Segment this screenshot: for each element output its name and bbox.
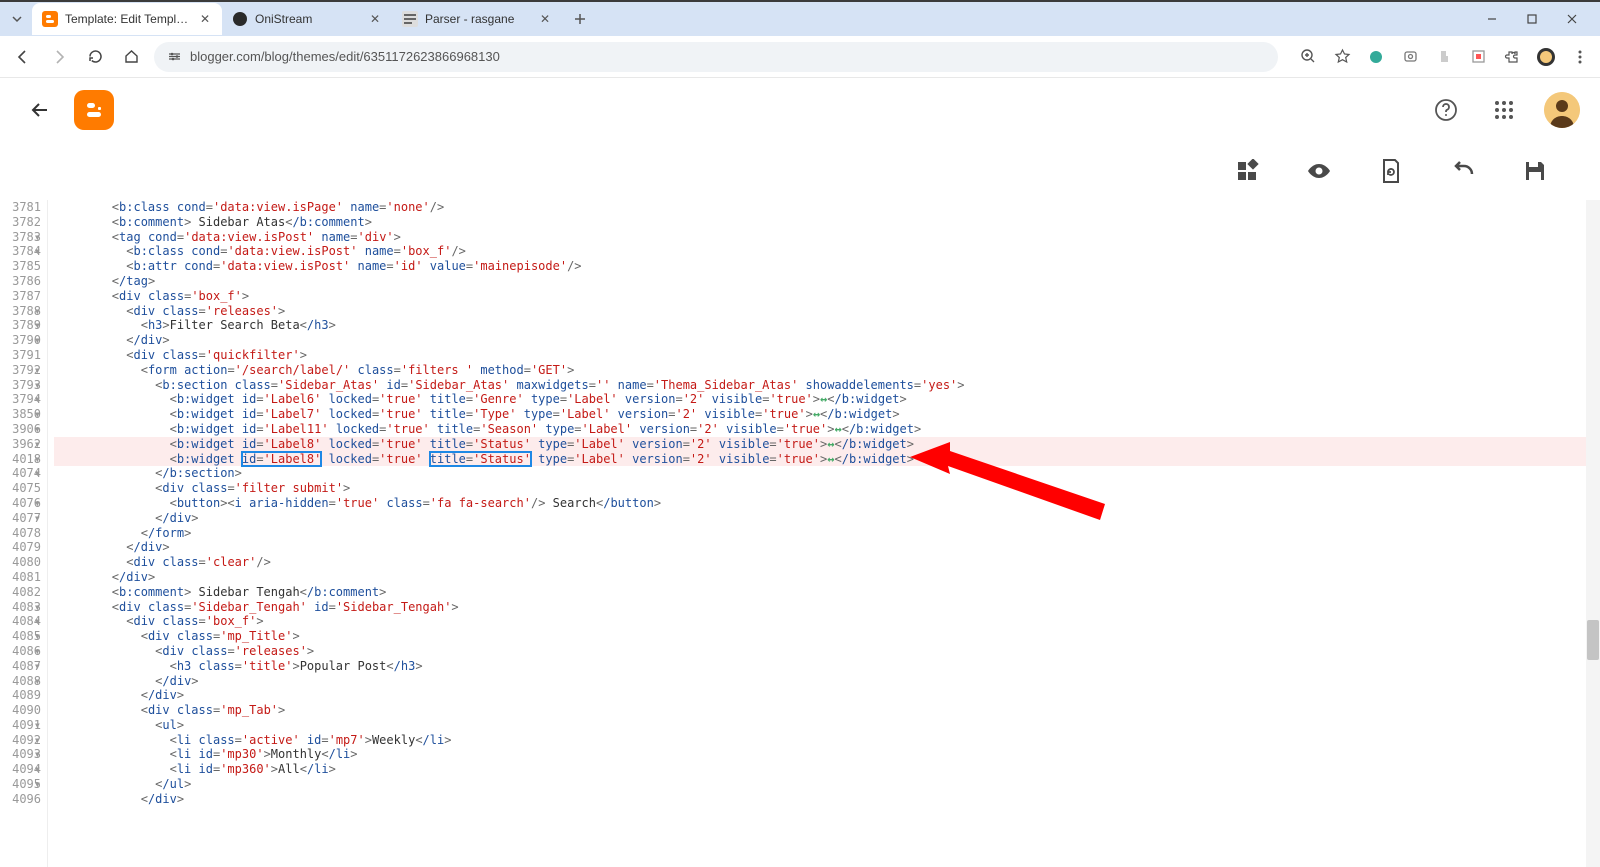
preview-icon[interactable] (1304, 156, 1334, 186)
tab-close-icon[interactable]: ✕ (368, 12, 382, 26)
window-close-icon[interactable] (1552, 4, 1592, 34)
tab-title: Parser - rasgane (425, 12, 531, 26)
widgets-icon[interactable] (1232, 156, 1262, 186)
help-icon[interactable] (1428, 92, 1464, 128)
url-text: blogger.com/blog/themes/edit/63511726238… (190, 49, 500, 64)
nav-back-icon[interactable] (10, 44, 36, 70)
browser-chrome: Template: Edit Template ✕ OniStream ✕ Pa… (0, 0, 1600, 78)
extension-icon[interactable] (1434, 47, 1454, 67)
window-maximize-icon[interactable] (1512, 4, 1552, 34)
scrollbar-track[interactable] (1586, 200, 1600, 867)
window-minimize-icon[interactable] (1472, 4, 1512, 34)
restore-icon[interactable] (1376, 156, 1406, 186)
header-right (1428, 92, 1580, 128)
browser-tab-active[interactable]: Template: Edit Template ✕ (32, 3, 222, 35)
blogger-favicon (42, 11, 58, 27)
extension-icon[interactable] (1366, 47, 1386, 67)
line-gutter: 37813782 ▾3783 ▾3784378537863787 ▾3788 ▾… (0, 200, 48, 867)
user-avatar[interactable] (1544, 92, 1580, 128)
browser-menu-icon[interactable] (1570, 47, 1590, 67)
nav-forward-icon[interactable] (46, 44, 72, 70)
tab-title: Template: Edit Template (65, 12, 191, 26)
address-bar-right (1298, 47, 1590, 67)
profile-avatar-icon[interactable] (1536, 47, 1556, 67)
undo-icon[interactable] (1448, 156, 1478, 186)
bookmark-star-icon[interactable] (1332, 47, 1352, 67)
scrollbar-thumb[interactable] (1587, 620, 1599, 660)
app-back-button[interactable] (20, 90, 60, 130)
extensions-menu-icon[interactable] (1502, 47, 1522, 67)
extension-icon[interactable] (1468, 47, 1488, 67)
tab-search-dropdown[interactable] (8, 10, 26, 28)
google-apps-icon[interactable] (1486, 92, 1522, 128)
save-icon[interactable] (1520, 156, 1550, 186)
site-settings-icon[interactable] (166, 49, 182, 65)
blogger-logo[interactable] (74, 90, 114, 130)
nav-home-icon[interactable] (118, 44, 144, 70)
tab-title: OniStream (255, 12, 361, 26)
browser-tab[interactable]: Parser - rasgane ✕ (392, 3, 562, 35)
zoom-icon[interactable] (1298, 47, 1318, 67)
tab-close-icon[interactable]: ✕ (198, 12, 212, 26)
address-bar: blogger.com/blog/themes/edit/63511726238… (0, 36, 1600, 78)
browser-tab-bar: Template: Edit Template ✕ OniStream ✕ Pa… (0, 0, 1600, 36)
extension-icon[interactable] (1400, 47, 1420, 67)
tab-close-icon[interactable]: ✕ (538, 12, 552, 26)
code-area[interactable]: <b:class cond='data:view.isPage' name='n… (48, 200, 1600, 867)
nav-reload-icon[interactable] (82, 44, 108, 70)
browser-tab[interactable]: OniStream ✕ (222, 3, 392, 35)
app-header (0, 78, 1600, 142)
editor-toolbar (0, 142, 1600, 200)
favicon-icon (402, 11, 418, 27)
code-editor[interactable]: 37813782 ▾3783 ▾3784378537863787 ▾3788 ▾… (0, 200, 1600, 867)
window-controls (1472, 4, 1592, 34)
new-tab-button[interactable] (566, 5, 594, 33)
url-box[interactable]: blogger.com/blog/themes/edit/63511726238… (154, 42, 1278, 72)
favicon-icon (232, 11, 248, 27)
